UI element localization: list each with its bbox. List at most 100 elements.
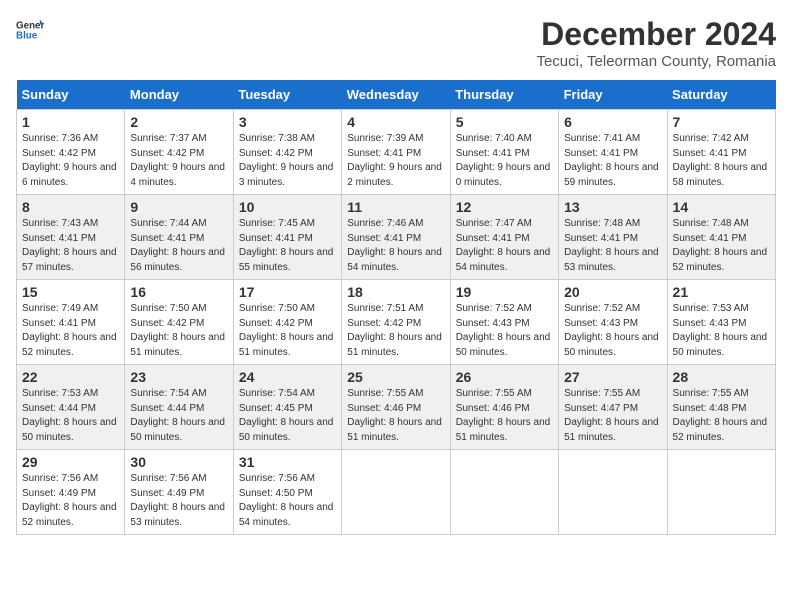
day-detail: Sunrise: 7:51 AMSunset: 4:42 PMDaylight:… (347, 302, 444, 360)
calendar-cell: 1Sunrise: 7:36 AMSunset: 4:42 PMDaylight… (17, 110, 125, 195)
day-detail: Sunrise: 7:45 AMSunset: 4:41 PMDaylight:… (239, 217, 336, 275)
calendar-cell: 13 Sunrise: 7:48 AMSunset: 4:41 PMDayligh… (559, 195, 667, 280)
calendar-cell: 6 Sunrise: 7:41 AMSunset: 4:41 PMDaylight… (559, 110, 667, 195)
day-detail: Sunrise: 7:44 AMSunset: 4:41 PMDaylight:… (130, 217, 227, 275)
calendar-cell: 25 Sunrise: 7:55 AMSunset: 4:46 PMDayligh… (342, 365, 450, 450)
day-number: 9 (130, 199, 227, 215)
day-detail: Sunrise: 7:41 AMSunset: 4:41 PMDaylight:… (564, 132, 661, 190)
day-detail: Sunrise: 7:52 AMSunset: 4:43 PMDaylight:… (564, 302, 661, 360)
calendar-cell: 2Sunrise: 7:37 AMSunset: 4:42 PMDaylight… (125, 110, 233, 195)
subtitle: Tecuci, Teleorman County, Romania (536, 53, 776, 70)
calendar-cell: 29 Sunrise: 7:56 AMSunset: 4:49 PMDayligh… (17, 450, 125, 535)
calendar-week-1: 1Sunrise: 7:36 AMSunset: 4:42 PMDaylight… (17, 110, 776, 195)
calendar-cell (342, 450, 450, 535)
day-number: 22 (22, 369, 119, 385)
day-detail: Sunrise: 7:56 AMSunset: 4:49 PMDaylight:… (130, 472, 227, 530)
day-detail: Sunrise: 7:42 AMSunset: 4:41 PMDaylight:… (673, 132, 770, 190)
calendar-table: SundayMondayTuesdayWednesdayThursdayFrid… (16, 80, 776, 535)
day-number: 30 (130, 454, 227, 470)
calendar-cell: 20 Sunrise: 7:52 AMSunset: 4:43 PMDayligh… (559, 280, 667, 365)
logo-icon: General Blue (16, 16, 44, 44)
calendar-cell: 3Sunrise: 7:38 AMSunset: 4:42 PMDaylight… (233, 110, 341, 195)
calendar-cell: 14 Sunrise: 7:48 AMSunset: 4:41 PMDayligh… (667, 195, 775, 280)
day-number: 14 (673, 199, 770, 215)
calendar-cell (450, 450, 558, 535)
day-detail: Sunrise: 7:53 AMSunset: 4:44 PMDaylight:… (22, 387, 119, 445)
page-container: General Blue December 2024 Tecuci, Teleo… (16, 16, 776, 535)
day-number: 6 (564, 114, 661, 130)
calendar-cell: 4 Sunrise: 7:39 AMSunset: 4:41 PMDaylight… (342, 110, 450, 195)
calendar-cell: 16Sunrise: 7:50 AMSunset: 4:42 PMDayligh… (125, 280, 233, 365)
calendar-cell: 17Sunrise: 7:50 AMSunset: 4:42 PMDayligh… (233, 280, 341, 365)
day-detail: Sunrise: 7:56 AMSunset: 4:50 PMDaylight:… (239, 472, 336, 530)
day-detail: Sunrise: 7:56 AMSunset: 4:49 PMDaylight:… (22, 472, 119, 530)
day-number: 4 (347, 114, 444, 130)
day-detail: Sunrise: 7:40 AMSunset: 4:41 PMDaylight:… (456, 132, 553, 190)
calendar-cell: 10Sunrise: 7:45 AMSunset: 4:41 PMDayligh… (233, 195, 341, 280)
day-detail: Sunrise: 7:39 AMSunset: 4:41 PMDaylight:… (347, 132, 444, 190)
day-number: 18 (347, 284, 444, 300)
day-detail: Sunrise: 7:55 AMSunset: 4:48 PMDaylight:… (673, 387, 770, 445)
day-number: 28 (673, 369, 770, 385)
calendar-cell: 19Sunrise: 7:52 AMSunset: 4:43 PMDayligh… (450, 280, 558, 365)
calendar-header: SundayMondayTuesdayWednesdayThursdayFrid… (17, 80, 776, 110)
day-number: 1 (22, 114, 119, 130)
logo: General Blue (16, 16, 44, 44)
header: General Blue December 2024 Tecuci, Teleo… (16, 16, 776, 70)
day-number: 8 (22, 199, 119, 215)
calendar-cell (667, 450, 775, 535)
day-detail: Sunrise: 7:54 AMSunset: 4:45 PMDaylight:… (239, 387, 336, 445)
day-detail: Sunrise: 7:48 AMSunset: 4:41 PMDaylight:… (564, 217, 661, 275)
day-detail: Sunrise: 7:55 AMSunset: 4:47 PMDaylight:… (564, 387, 661, 445)
calendar-cell: 22 Sunrise: 7:53 AMSunset: 4:44 PMDayligh… (17, 365, 125, 450)
weekday-header-monday: Monday (125, 80, 233, 110)
calendar-week-3: 15Sunrise: 7:49 AMSunset: 4:41 PMDayligh… (17, 280, 776, 365)
day-number: 13 (564, 199, 661, 215)
day-number: 5 (456, 114, 553, 130)
calendar-cell: 18 Sunrise: 7:51 AMSunset: 4:42 PMDayligh… (342, 280, 450, 365)
day-detail: Sunrise: 7:38 AMSunset: 4:42 PMDaylight:… (239, 132, 336, 190)
calendar-cell: 21 Sunrise: 7:53 AMSunset: 4:43 PMDayligh… (667, 280, 775, 365)
calendar-week-5: 29 Sunrise: 7:56 AMSunset: 4:49 PMDayligh… (17, 450, 776, 535)
weekday-header-tuesday: Tuesday (233, 80, 341, 110)
day-number: 21 (673, 284, 770, 300)
weekday-header-row: SundayMondayTuesdayWednesdayThursdayFrid… (17, 80, 776, 110)
day-number: 20 (564, 284, 661, 300)
weekday-header-thursday: Thursday (450, 80, 558, 110)
calendar-cell: 5 Sunrise: 7:40 AMSunset: 4:41 PMDaylight… (450, 110, 558, 195)
day-detail: Sunrise: 7:49 AMSunset: 4:41 PMDaylight:… (22, 302, 119, 360)
calendar-cell: 23Sunrise: 7:54 AMSunset: 4:44 PMDayligh… (125, 365, 233, 450)
calendar-cell: 27Sunrise: 7:55 AMSunset: 4:47 PMDayligh… (559, 365, 667, 450)
title-section: December 2024 Tecuci, Teleorman County, … (536, 16, 776, 70)
calendar-cell: 28 Sunrise: 7:55 AMSunset: 4:48 PMDayligh… (667, 365, 775, 450)
day-number: 29 (22, 454, 119, 470)
day-detail: Sunrise: 7:43 AMSunset: 4:41 PMDaylight:… (22, 217, 119, 275)
main-title: December 2024 (536, 16, 776, 53)
day-detail: Sunrise: 7:55 AMSunset: 4:46 PMDaylight:… (347, 387, 444, 445)
day-number: 25 (347, 369, 444, 385)
day-detail: Sunrise: 7:50 AMSunset: 4:42 PMDaylight:… (130, 302, 227, 360)
day-number: 26 (456, 369, 553, 385)
day-detail: Sunrise: 7:48 AMSunset: 4:41 PMDaylight:… (673, 217, 770, 275)
day-detail: Sunrise: 7:53 AMSunset: 4:43 PMDaylight:… (673, 302, 770, 360)
day-number: 24 (239, 369, 336, 385)
calendar-week-2: 8 Sunrise: 7:43 AMSunset: 4:41 PMDaylight… (17, 195, 776, 280)
calendar-cell: 7Sunrise: 7:42 AMSunset: 4:41 PMDaylight… (667, 110, 775, 195)
weekday-header-wednesday: Wednesday (342, 80, 450, 110)
weekday-header-saturday: Saturday (667, 80, 775, 110)
day-number: 17 (239, 284, 336, 300)
day-number: 11 (347, 199, 444, 215)
day-detail: Sunrise: 7:52 AMSunset: 4:43 PMDaylight:… (456, 302, 553, 360)
day-detail: Sunrise: 7:55 AMSunset: 4:46 PMDaylight:… (456, 387, 553, 445)
calendar-cell: 8 Sunrise: 7:43 AMSunset: 4:41 PMDaylight… (17, 195, 125, 280)
weekday-header-sunday: Sunday (17, 80, 125, 110)
calendar-week-4: 22 Sunrise: 7:53 AMSunset: 4:44 PMDayligh… (17, 365, 776, 450)
day-detail: Sunrise: 7:47 AMSunset: 4:41 PMDaylight:… (456, 217, 553, 275)
day-number: 12 (456, 199, 553, 215)
day-detail: Sunrise: 7:46 AMSunset: 4:41 PMDaylight:… (347, 217, 444, 275)
calendar-cell: 9 Sunrise: 7:44 AMSunset: 4:41 PMDaylight… (125, 195, 233, 280)
calendar-cell: 30 Sunrise: 7:56 AMSunset: 4:49 PMDayligh… (125, 450, 233, 535)
calendar-cell: 31Sunrise: 7:56 AMSunset: 4:50 PMDayligh… (233, 450, 341, 535)
day-detail: Sunrise: 7:37 AMSunset: 4:42 PMDaylight:… (130, 132, 227, 190)
calendar-cell: 24 Sunrise: 7:54 AMSunset: 4:45 PMDayligh… (233, 365, 341, 450)
